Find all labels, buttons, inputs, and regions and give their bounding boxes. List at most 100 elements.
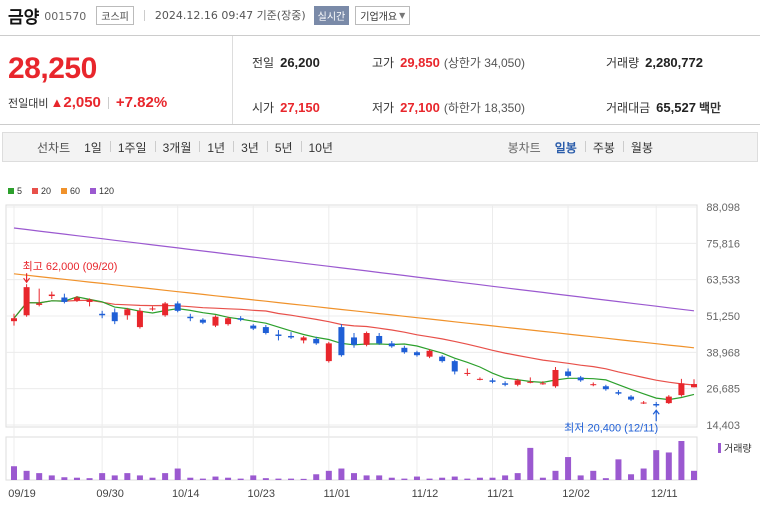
- stat-label: 거래량: [606, 56, 640, 70]
- candle: [187, 313, 194, 322]
- volume-bar: [313, 474, 320, 480]
- realtime-badge[interactable]: 실시간: [313, 5, 350, 25]
- candle-body: [363, 333, 370, 345]
- y-tick-label: 51,250: [706, 311, 740, 323]
- company-info-dropdown[interactable]: 기업개요 ▼: [355, 5, 411, 25]
- volume-bar: [514, 473, 521, 480]
- candle-body: [602, 386, 609, 390]
- candle-body: [99, 313, 106, 316]
- candle: [439, 355, 446, 363]
- candle-body: [149, 308, 156, 310]
- candle-monthly[interactable]: 월봉: [622, 139, 661, 156]
- candle-body: [691, 384, 697, 388]
- period-1y[interactable]: 1년: [199, 139, 233, 156]
- stat-label: 시가: [252, 101, 275, 115]
- volume-bar: [136, 475, 143, 480]
- volume-bar: [338, 468, 345, 480]
- volume-bar: [86, 478, 93, 480]
- candle: [602, 384, 609, 391]
- candle-body: [615, 392, 622, 394]
- candle: [413, 350, 420, 357]
- x-tick-label: 10/23: [247, 488, 275, 500]
- candle-body: [565, 371, 572, 376]
- candle: [36, 288, 43, 307]
- candle-body: [225, 318, 232, 325]
- candle-body: [73, 297, 80, 301]
- candle: [502, 381, 509, 387]
- stat-value: 65,527: [656, 100, 696, 115]
- candle-weekly[interactable]: 주봉: [584, 139, 623, 156]
- candle: [212, 315, 219, 328]
- candle-body: [325, 343, 332, 362]
- volume-bar: [439, 477, 446, 480]
- candle: [476, 377, 483, 381]
- candle-body: [678, 383, 685, 396]
- volume-bar: [363, 475, 370, 480]
- candle-body: [187, 316, 194, 319]
- stock-code: 001570: [44, 10, 87, 23]
- volume-bar: [615, 459, 622, 480]
- volume-bar: [124, 473, 131, 480]
- company-info-label: 기업개요: [360, 11, 398, 23]
- candle: [552, 367, 559, 388]
- candle: [86, 298, 93, 307]
- candle: [325, 341, 332, 363]
- volume-bars: 거래량: [11, 441, 752, 480]
- volume-label: 거래량: [724, 443, 752, 455]
- candle: [653, 401, 660, 408]
- candle: [149, 306, 156, 311]
- candle-body: [61, 297, 68, 302]
- candle-body: [628, 396, 635, 400]
- volume-bar: [691, 470, 697, 480]
- price-change: 전일대비 ▲ 2,050 +7.82%: [8, 94, 167, 111]
- candle: [136, 307, 143, 329]
- period-bar: 선차트 1일 1주일 3개월 1년 3년 5년 10년 봉차트 일봉 주봉 월봉: [2, 132, 758, 162]
- candle-daily[interactable]: 일봉: [547, 139, 585, 156]
- stat-trade-value: 거래대금 65,527 백만: [606, 99, 721, 116]
- candle-body: [351, 337, 357, 345]
- volume-bar: [199, 478, 206, 480]
- candle-body: [11, 318, 17, 322]
- candle-body: [552, 369, 559, 387]
- stat-label: 전일: [252, 56, 275, 70]
- candle: [678, 378, 685, 397]
- candle: [162, 301, 169, 317]
- change-value: 2,050: [63, 94, 101, 111]
- volume-bar: [237, 478, 244, 480]
- candle-body: [640, 402, 647, 404]
- stat-value: 27,100: [400, 100, 440, 115]
- volume-bar: [413, 476, 420, 480]
- volume-bar: [678, 441, 685, 480]
- candle: [590, 382, 597, 387]
- low-annotation: 최저 20,400 (12/11): [564, 421, 658, 434]
- y-tick-label: 88,098: [706, 202, 740, 214]
- candle-body: [111, 312, 118, 322]
- volume-bar: [300, 478, 307, 480]
- candlestick-chart[interactable]: 최고 62,000 (09/20) 최저 20,400 (12/11) 거래량 8…: [0, 178, 760, 510]
- stat-value: 2,280,772: [645, 55, 703, 70]
- chart-axes: 88,098 75,816 63,533 51,250 38,968 26,685 14,4…: [8, 202, 740, 500]
- volume-bar: [351, 473, 357, 480]
- up-arrow-icon: [652, 409, 660, 422]
- candle-body: [174, 303, 181, 311]
- candle-body: [23, 287, 30, 316]
- volume-bar: [225, 477, 232, 480]
- quote-datetime: 2024.12.16 09:47 기준(장중): [154, 9, 306, 22]
- period-5y[interactable]: 5년: [266, 139, 301, 156]
- stock-name: 금양: [8, 7, 40, 28]
- candle: [640, 401, 647, 405]
- period-3y[interactable]: 3년: [233, 139, 267, 156]
- price-panel: 28,250 전일대비 ▲ 2,050 +7.82% 전일 26,200 시가 …: [0, 35, 760, 125]
- period-1d[interactable]: 1일: [76, 139, 110, 156]
- candle-body: [162, 303, 169, 316]
- volume-bar: [73, 477, 80, 480]
- volume-bar: [464, 478, 471, 480]
- period-1w[interactable]: 1주일: [109, 139, 155, 156]
- y-tick-label: 63,533: [706, 275, 740, 287]
- candle: [174, 301, 181, 313]
- volume-bar: [36, 473, 43, 480]
- candle-body: [539, 383, 546, 385]
- period-10y[interactable]: 10년: [300, 139, 341, 156]
- period-3m[interactable]: 3개월: [154, 139, 200, 156]
- candle-body: [262, 327, 269, 334]
